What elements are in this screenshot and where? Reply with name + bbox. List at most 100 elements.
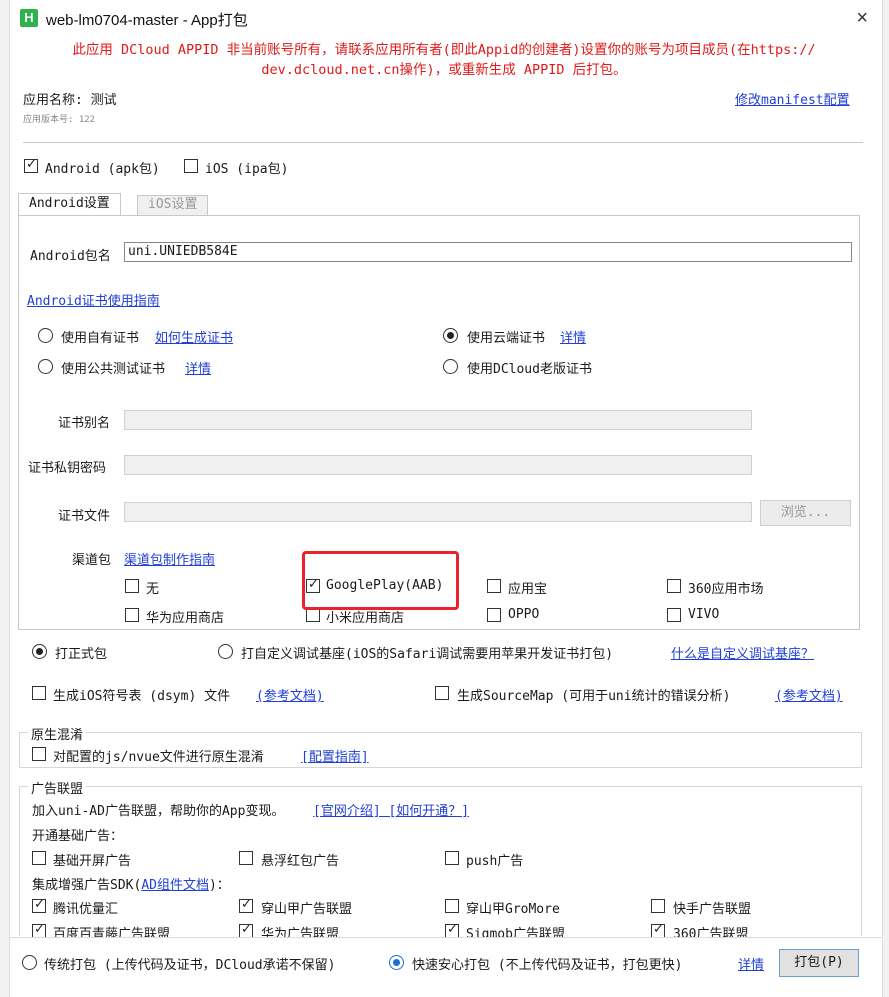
public-test-cert-details-link[interactable]: 详情 bbox=[185, 358, 211, 377]
sdk-tencent-checkbox[interactable] bbox=[32, 897, 46, 913]
channel-360-checkbox[interactable] bbox=[667, 579, 681, 593]
app-name: 应用名称: 测试 bbox=[23, 93, 117, 108]
pack-mode-details-link[interactable]: 详情 bbox=[738, 954, 764, 973]
sourcemap-label: 生成SourceMap (可用于uni统计的错误分析) bbox=[457, 689, 731, 704]
cloud-cert-label: 使用云端证书 bbox=[467, 331, 546, 346]
cert-file-input[interactable] bbox=[124, 502, 752, 522]
tab-ios-settings[interactable]: iOS设置 bbox=[137, 195, 209, 215]
custom-base-label: 打自定义调试基座(iOS的Safari调试需要用苹果开发证书打包) bbox=[241, 647, 614, 662]
title-bar: H web-lm0704-master - App打包 × bbox=[10, 0, 882, 38]
sdk-huawei-checkbox[interactable] bbox=[239, 922, 253, 938]
android-cert-guide-link[interactable]: Android证书使用指南 bbox=[27, 290, 160, 309]
channel-vivo-checkbox[interactable] bbox=[667, 608, 681, 622]
ad-redpacket-checkbox[interactable] bbox=[239, 851, 253, 865]
sdk-kuaishou-label: 快手广告联盟 bbox=[673, 902, 752, 917]
ads-intro-links[interactable]: [官网介绍] [如何开通？] bbox=[313, 800, 469, 819]
channel-label: 渠道包 bbox=[72, 553, 112, 568]
channel-none-checkbox[interactable] bbox=[125, 579, 139, 593]
sdk-baidu-checkbox[interactable] bbox=[32, 922, 46, 938]
ad-splash-checkbox[interactable] bbox=[32, 851, 46, 865]
sdk-gromore-checkbox[interactable] bbox=[445, 899, 459, 913]
footer-bar: 传统打包 (上传代码及证书，DCloud承诺不保留) 快速安心打包 (不上传代码… bbox=[10, 937, 882, 997]
channel-vivo-label: VIVO bbox=[688, 607, 720, 622]
channel-xiaomi-checkbox[interactable] bbox=[306, 608, 320, 622]
cloud-cert-details-link[interactable]: 详情 bbox=[560, 327, 586, 346]
channel-360-label: 360应用市场 bbox=[688, 582, 764, 597]
channel-huawei-checkbox[interactable] bbox=[125, 608, 139, 622]
appid-warning-line2: dev.dcloud.net.cn操作)，或重新生成 APPID 后打包。 bbox=[261, 62, 627, 78]
ad-redpacket-label: 悬浮红包广告 bbox=[261, 854, 340, 869]
sourcemap-checkbox[interactable] bbox=[435, 686, 449, 700]
public-test-cert-radio[interactable] bbox=[38, 359, 53, 374]
fast-safe-pack-radio[interactable] bbox=[389, 955, 404, 970]
app-version: 应用版本号: 122 bbox=[23, 115, 96, 125]
sdk-gromore-label: 穿山甲GroMore bbox=[466, 902, 560, 917]
cert-alias-input[interactable] bbox=[124, 410, 752, 430]
channel-yingyongbao-label: 应用宝 bbox=[508, 582, 548, 597]
ad-splash-label: 基础开屏广告 bbox=[53, 854, 132, 869]
ios-dsym-checkbox[interactable] bbox=[32, 686, 46, 700]
background-window-edge-right bbox=[882, 0, 889, 997]
sdk-pangle-label: 穿山甲广告联盟 bbox=[261, 902, 353, 917]
sdk-sigmob-checkbox[interactable] bbox=[445, 922, 459, 938]
android-platform-label: Android (apk包) bbox=[45, 162, 160, 177]
dcloud-old-cert-radio[interactable] bbox=[443, 359, 458, 374]
channel-oppo-checkbox[interactable] bbox=[487, 608, 501, 622]
ads-basic-title: 开通基础广告： bbox=[32, 829, 124, 844]
custom-base-info-link[interactable]: 什么是自定义调试基座？ bbox=[671, 643, 814, 662]
hbuilder-icon: H bbox=[20, 9, 38, 27]
own-cert-label: 使用自有证书 bbox=[61, 331, 140, 346]
custom-base-radio[interactable] bbox=[218, 644, 233, 659]
app-pack-dialog: H web-lm0704-master - App打包 × 此应用 DCloud… bbox=[0, 0, 889, 997]
modify-manifest-link[interactable]: 修改manifest配置 bbox=[735, 89, 850, 108]
ads-sdk-title-pre: 集成增强广告SDK( bbox=[32, 878, 142, 893]
browse-button[interactable]: 浏览... bbox=[760, 500, 851, 526]
ads-intro: 加入uni-AD广告联盟，帮助你的App变现。 bbox=[32, 804, 285, 819]
ads-sdk-title-post: )： bbox=[208, 878, 230, 893]
ios-platform-checkbox[interactable] bbox=[184, 159, 198, 173]
channel-yingyongbao-checkbox[interactable] bbox=[487, 579, 501, 593]
channel-oppo-label: OPPO bbox=[508, 607, 540, 622]
own-cert-radio[interactable] bbox=[38, 328, 53, 343]
release-build-label: 打正式包 bbox=[55, 647, 108, 662]
obfuscation-group-title: 原生混淆 bbox=[28, 724, 87, 743]
obfuscation-guide-link[interactable]: [配置指南] bbox=[301, 746, 369, 765]
build-button[interactable]: 打包(P) bbox=[779, 949, 859, 977]
sdk-tencent-label: 腾讯优量汇 bbox=[53, 902, 119, 917]
release-build-radio[interactable] bbox=[32, 644, 47, 659]
traditional-pack-label: 传统打包 (上传代码及证书，DCloud承诺不保留) bbox=[44, 958, 336, 973]
cert-file-label: 证书文件 bbox=[58, 509, 111, 524]
generate-cert-link[interactable]: 如何生成证书 bbox=[155, 327, 233, 346]
public-test-cert-label: 使用公共测试证书 bbox=[61, 362, 166, 377]
ad-push-checkbox[interactable] bbox=[445, 851, 459, 865]
ads-sdk-title: 集成增强广告SDK(AD组件文档)： bbox=[32, 874, 230, 893]
fast-safe-pack-label: 快速安心打包 (不上传代码及证书，打包更快) bbox=[412, 958, 683, 973]
ad-push-label: push广告 bbox=[466, 854, 524, 869]
ad-component-docs-link[interactable]: AD组件文档 bbox=[141, 878, 209, 893]
sdk-pangle-checkbox[interactable] bbox=[239, 897, 253, 913]
cloud-cert-radio[interactable] bbox=[443, 328, 458, 343]
googleplay-highlight-box bbox=[302, 551, 459, 610]
cert-password-label: 证书私钥密码 bbox=[28, 461, 107, 476]
sourcemap-docs-link[interactable]: (参考文档) bbox=[775, 685, 843, 704]
channel-guide-link[interactable]: 渠道包制作指南 bbox=[124, 549, 215, 568]
ads-group-title: 广告联盟 bbox=[28, 778, 87, 797]
background-window-edge bbox=[0, 0, 10, 997]
cert-alias-label: 证书别名 bbox=[58, 416, 111, 431]
package-name-input[interactable]: uni.UNIEDB584E bbox=[124, 242, 852, 262]
traditional-pack-radio[interactable] bbox=[22, 955, 37, 970]
sdk-360-checkbox[interactable] bbox=[651, 922, 665, 938]
appid-warning-line1: 此应用 DCloud APPID 非当前账号所有，请联系应用所有者(即此Appi… bbox=[72, 42, 816, 58]
channel-none-label: 无 bbox=[146, 582, 160, 597]
cert-password-input[interactable] bbox=[124, 455, 752, 475]
window-title: web-lm0704-master - App打包 bbox=[46, 12, 248, 29]
obfuscation-checkbox[interactable] bbox=[32, 747, 46, 761]
appid-warning: 此应用 DCloud APPID 非当前账号所有，请联系应用所有者(即此Appi… bbox=[16, 40, 872, 80]
tab-android-settings[interactable]: Android设置 bbox=[18, 193, 121, 216]
ios-dsym-docs-link[interactable]: (参考文档) bbox=[256, 685, 324, 704]
obfuscation-label: 对配置的js/nvue文件进行原生混淆 bbox=[53, 750, 264, 765]
close-icon[interactable]: × bbox=[856, 6, 868, 30]
ios-platform-label: iOS (ipa包) bbox=[205, 162, 289, 177]
sdk-kuaishou-checkbox[interactable] bbox=[651, 899, 665, 913]
android-platform-checkbox[interactable] bbox=[24, 157, 38, 173]
